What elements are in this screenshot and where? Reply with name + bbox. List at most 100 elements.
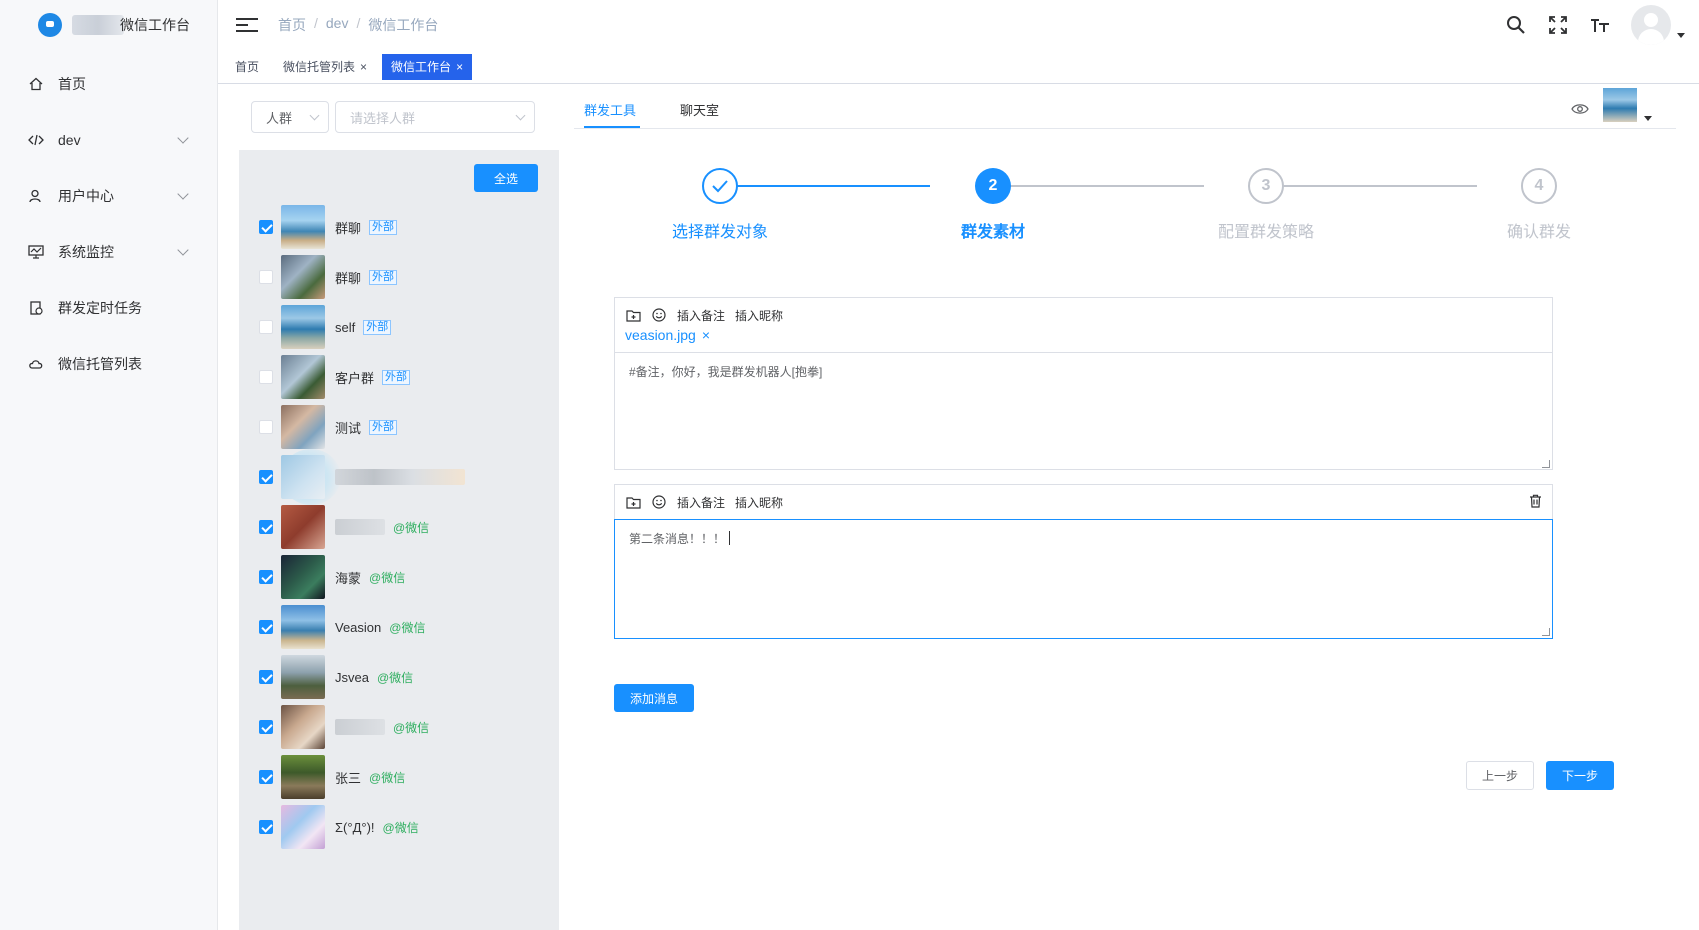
checkbox[interactable] — [259, 570, 273, 584]
list-item[interactable]: 测试 外部 — [239, 402, 559, 452]
step-3-number: 3 — [1248, 168, 1284, 204]
emoji-icon[interactable] — [651, 494, 667, 510]
avatar — [281, 405, 325, 449]
select-all-button[interactable]: 全选 — [474, 164, 538, 192]
list-item[interactable]: 群聊 外部 — [239, 252, 559, 302]
prev-step-button[interactable]: 上一步 — [1466, 761, 1534, 790]
sidebar-item-home[interactable]: 首页 — [0, 56, 217, 112]
checkbox[interactable] — [259, 370, 273, 384]
checkbox[interactable] — [259, 620, 273, 634]
cloud-icon — [28, 356, 44, 372]
sidebar-item-monitor[interactable]: 系统监控 — [0, 224, 217, 280]
user-avatar[interactable] — [1631, 5, 1671, 45]
list-item[interactable]: 群聊 外部 — [239, 202, 559, 252]
checkbox[interactable] — [259, 820, 273, 834]
folder-upload-icon[interactable] — [625, 307, 641, 323]
task-icon — [28, 300, 44, 316]
next-step-button[interactable]: 下一步 — [1546, 761, 1614, 790]
step-1-label: 选择群发对象 — [671, 224, 769, 241]
insert-nickname-button[interactable]: 插入昵称 — [735, 307, 783, 324]
checkbox[interactable] — [259, 670, 273, 684]
insert-remark-button[interactable]: 插入备注 — [677, 494, 725, 511]
avatar — [281, 655, 325, 699]
fullscreen-icon[interactable] — [1547, 14, 1569, 36]
sidebar-item-scheduled-tasks[interactable]: 群发定时任务 — [0, 280, 217, 336]
tab-chatroom[interactable]: 聊天室 — [680, 100, 719, 119]
avatar — [281, 705, 325, 749]
sidebar-menu: 首页 dev 用户中心 系统监控 群发定时任务 微信托管列表 — [0, 56, 217, 392]
list-item[interactable]: Veasion @微信 — [239, 602, 559, 652]
list-item[interactable] — [239, 449, 559, 505]
attachment-filename[interactable]: veasion.jpg — [625, 327, 696, 343]
logo-icon — [38, 13, 62, 37]
remove-attachment-icon[interactable]: × — [702, 327, 710, 343]
step-connector — [993, 185, 1204, 187]
main-content: 群发工具 聊天室 2 3 4 选择群发对象 群发素材 配置群发策略 确认群发 插… — [574, 84, 1699, 930]
checkbox[interactable] — [259, 420, 273, 434]
sidebar-item-label: dev — [58, 132, 81, 148]
breadcrumb-item[interactable]: 首页 — [278, 15, 306, 35]
avatar — [281, 205, 325, 249]
checkbox[interactable] — [259, 270, 273, 284]
list-item[interactable]: 客户群 外部 — [239, 352, 559, 402]
tab-home[interactable]: 首页 — [226, 54, 268, 80]
checkbox[interactable] — [259, 520, 273, 534]
folder-upload-icon[interactable] — [625, 494, 641, 510]
account-avatar[interactable] — [1603, 88, 1637, 122]
search-icon[interactable] — [1505, 14, 1527, 36]
list-item[interactable]: 海蒙 @微信 — [239, 552, 559, 602]
checkbox[interactable] — [259, 220, 273, 234]
emoji-icon[interactable] — [651, 307, 667, 323]
filter-bar: 人群 请选择人群 — [239, 84, 559, 150]
sidebar-item-wechat-hosting[interactable]: 微信托管列表 — [0, 336, 217, 392]
list-item[interactable]: 张三 @微信 — [239, 752, 559, 802]
avatar — [281, 555, 325, 599]
tab-wechat-hosting[interactable]: 微信托管列表 × — [274, 54, 376, 80]
sidebar-item-user-center[interactable]: 用户中心 — [0, 168, 217, 224]
hamburger-icon[interactable] — [236, 14, 258, 36]
eye-icon[interactable] — [1571, 102, 1589, 120]
resize-handle[interactable] — [1542, 628, 1550, 636]
caret-down-icon[interactable] — [1644, 116, 1652, 121]
trash-icon[interactable] — [1529, 494, 1542, 511]
sidebar-item-label: 群发定时任务 — [58, 300, 142, 316]
insert-nickname-button[interactable]: 插入昵称 — [735, 494, 783, 511]
font-size-icon[interactable] — [1589, 14, 1611, 36]
contact-name: Σ(°Д°)! — [335, 819, 375, 835]
checkbox[interactable] — [259, 320, 273, 334]
list-item[interactable]: Σ(°Д°)! @微信 — [239, 802, 559, 852]
resize-handle[interactable] — [1542, 460, 1550, 468]
list-item[interactable]: @微信 — [239, 502, 559, 552]
checkbox[interactable] — [259, 470, 273, 484]
type-select[interactable]: 人群 — [251, 101, 329, 133]
list-item[interactable]: self 外部 — [239, 302, 559, 352]
close-icon[interactable]: × — [456, 54, 463, 80]
caret-down-icon[interactable] — [1677, 32, 1685, 38]
editor-toolbar: 插入备注 插入昵称 — [615, 485, 1552, 519]
checkbox[interactable] — [259, 770, 273, 784]
tags-view: 首页 微信托管列表 × 微信工作台 × — [218, 50, 1699, 84]
sidebar-item-label: 系统监控 — [58, 244, 114, 260]
list-item[interactable]: @微信 — [239, 702, 559, 752]
message-textarea-1[interactable]: #备注，你好，我是群发机器人[抱拳] — [615, 352, 1552, 470]
step-connector — [1266, 185, 1477, 187]
group-select[interactable]: 请选择人群 — [335, 101, 535, 133]
code-icon — [28, 132, 44, 148]
avatar — [281, 355, 325, 399]
breadcrumb-item[interactable]: dev — [326, 15, 349, 35]
add-message-button[interactable]: 添加消息 — [614, 684, 694, 712]
blurred-contact-name — [335, 469, 465, 485]
avatar — [281, 255, 325, 299]
avatar — [281, 505, 325, 549]
checkbox[interactable] — [259, 720, 273, 734]
tab-broadcast-tool[interactable]: 群发工具 — [584, 100, 636, 119]
close-icon[interactable]: × — [360, 54, 367, 80]
message-textarea-2[interactable]: 第二条消息！！！ — [614, 519, 1553, 639]
sidebar-item-label: 用户中心 — [58, 188, 114, 204]
tab-wechat-workbench[interactable]: 微信工作台 × — [382, 53, 473, 80]
sidebar-item-dev[interactable]: dev — [0, 112, 217, 168]
list-item[interactable]: Jsvea @微信 — [239, 652, 559, 702]
breadcrumb-separator: / — [356, 15, 361, 31]
contact-name: 海蒙 — [335, 570, 362, 586]
insert-remark-button[interactable]: 插入备注 — [677, 307, 725, 324]
